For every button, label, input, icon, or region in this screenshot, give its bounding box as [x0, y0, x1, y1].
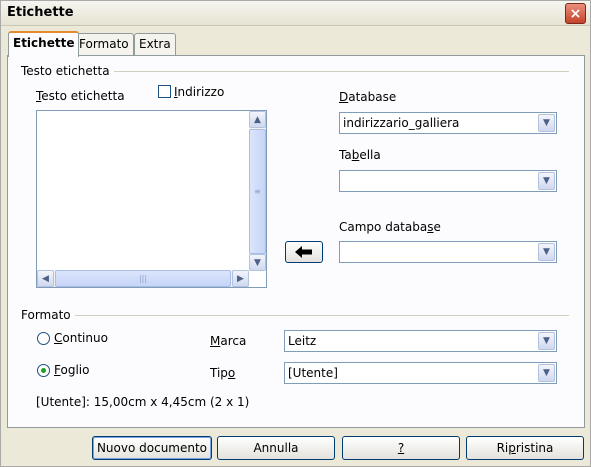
chevron-down-icon: ▼	[543, 118, 550, 128]
dropdown-button[interactable]: ▼	[538, 243, 555, 261]
chevron-down-icon: ▼	[543, 176, 550, 186]
db-field-label: Campo database	[339, 220, 441, 234]
new-document-button[interactable]: Nuovo documento	[92, 436, 212, 460]
brand-value: Leitz	[288, 334, 317, 348]
group-separator	[21, 315, 569, 316]
format-summary: [Utente]: 15,00cm x 4,45cm (2 x 1)	[36, 395, 250, 409]
horizontal-scrollbar[interactable]: ◀ ||| ▶	[37, 270, 249, 287]
vertical-scrollbar[interactable]: ▲ ≡ ▼	[249, 111, 266, 271]
continuous-radio[interactable]	[37, 332, 50, 345]
tab-etichette[interactable]: Etichette	[8, 31, 80, 57]
close-button[interactable]: ×	[565, 3, 586, 24]
label-part: ristina	[515, 441, 554, 455]
scroll-up-button[interactable]: ▲	[249, 111, 266, 128]
type-select[interactable]: [Utente] ▼	[284, 362, 557, 384]
tab-label: Formato	[79, 37, 129, 51]
db-field-select[interactable]: ▼	[339, 241, 557, 263]
dropdown-button[interactable]: ▼	[538, 364, 555, 382]
table-label: Tabella	[339, 148, 381, 162]
brand-select[interactable]: Leitz ▼	[284, 330, 557, 352]
mnemonic: M	[210, 334, 221, 348]
grip-icon: |||	[138, 274, 148, 283]
arrow-right-icon: ▶	[237, 273, 244, 284]
horizontal-scroll-thumb[interactable]: |||	[55, 270, 231, 287]
label-part: Ta	[339, 148, 352, 162]
label-part: Tip	[210, 366, 228, 380]
mnemonic: o	[227, 366, 236, 380]
tab-formato[interactable]: Formato	[74, 33, 134, 55]
label-part: Campo databa	[339, 220, 428, 234]
title-bar[interactable]: Etichette ×	[1, 1, 590, 26]
label-part: Ri	[496, 441, 509, 455]
scroll-left-button[interactable]: ◀	[37, 270, 54, 287]
dialog-title: Etichette	[7, 5, 74, 20]
type-label: Tipo	[210, 366, 235, 380]
scroll-down-button[interactable]: ▼	[249, 254, 266, 271]
labels-dialog: Etichette × Etichette Formato Extra Test…	[0, 0, 591, 467]
button-label: Annulla	[253, 441, 299, 455]
grip-icon: ≡	[254, 187, 261, 196]
tab-extra[interactable]: Extra	[134, 33, 176, 55]
chevron-down-icon: ▼	[543, 336, 550, 346]
scroll-right-button[interactable]: ▶	[232, 270, 249, 287]
arrow-down-icon: ▼	[254, 257, 261, 268]
table-select[interactable]: ▼	[339, 170, 557, 192]
address-checkbox-label[interactable]: Indirizzo	[174, 85, 224, 99]
database-select[interactable]: indirizzario_galliera ▼	[339, 112, 557, 134]
mnemonic: D	[339, 90, 349, 104]
left-arrow-icon	[295, 246, 312, 258]
format-group-title: Formato	[21, 308, 75, 322]
help-button[interactable]: ?	[342, 436, 460, 460]
insert-field-button[interactable]	[285, 241, 323, 263]
chevron-down-icon: ▼	[543, 247, 550, 257]
database-value: indirizzario_galliera	[343, 116, 460, 130]
vertical-scroll-thumb[interactable]: ≡	[249, 129, 266, 254]
brand-label: Marca	[210, 334, 246, 348]
address-checkbox[interactable]	[158, 85, 171, 98]
dropdown-button[interactable]: ▼	[538, 332, 555, 350]
label-rest: ndirizzo	[177, 85, 225, 99]
label-rest: atabase	[348, 90, 397, 104]
sheet-label[interactable]: Foglio	[54, 363, 89, 377]
label-rest: arca	[220, 334, 247, 348]
arrow-up-icon: ▲	[254, 114, 261, 125]
label-part: ella	[359, 148, 381, 162]
arrow-left-icon: ◀	[42, 273, 49, 284]
dropdown-button[interactable]: ▼	[538, 172, 555, 190]
type-value: [Utente]	[288, 366, 338, 380]
button-label: Nuovo documento	[96, 441, 208, 455]
tab-label: Etichette	[13, 36, 75, 50]
label-rest: esto etichetta	[41, 89, 125, 103]
label-text-group-title: Testo etichetta	[21, 64, 114, 78]
dropdown-button[interactable]: ▼	[538, 114, 555, 132]
label-text-field-label: Testo etichetta	[36, 89, 125, 103]
tab-label: Extra	[139, 37, 171, 51]
label-rest: ontinuo	[62, 331, 108, 345]
cancel-button[interactable]: Annulla	[217, 436, 335, 460]
label-part: e	[433, 220, 441, 234]
database-label: Database	[339, 90, 396, 104]
continuous-label[interactable]: Continuo	[54, 331, 108, 345]
chevron-down-icon: ▼	[543, 368, 550, 378]
button-label: ?	[397, 441, 405, 455]
mnemonic: p	[508, 441, 516, 455]
label-rest: oglio	[60, 363, 90, 377]
reset-button[interactable]: Ripristina	[466, 436, 584, 460]
label-text-area[interactable]: ▲ ≡ ▼ ◀ ||| ▶	[36, 110, 267, 288]
close-icon: ×	[569, 5, 582, 22]
button-label: Ripristina	[497, 441, 554, 455]
sheet-radio[interactable]	[37, 364, 50, 377]
